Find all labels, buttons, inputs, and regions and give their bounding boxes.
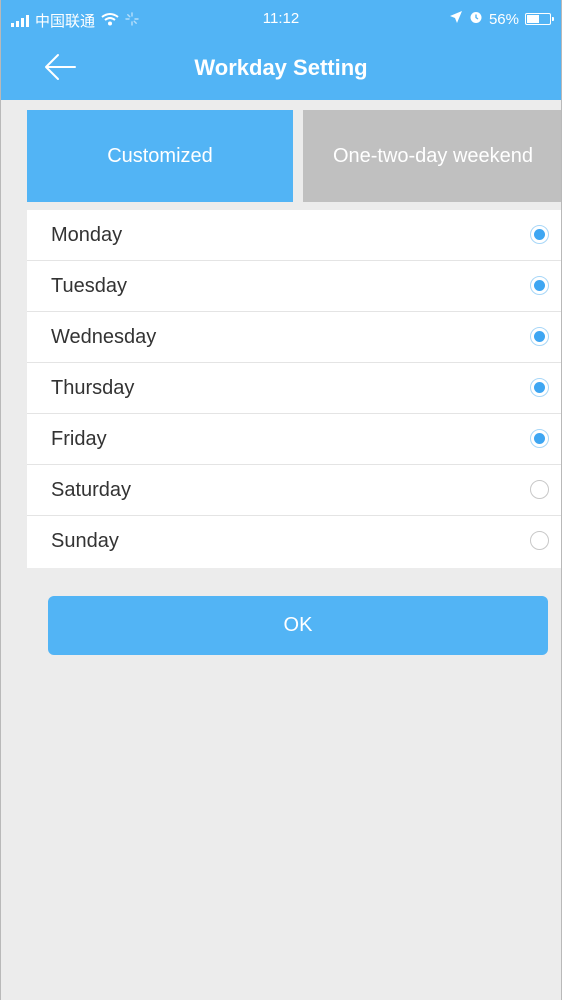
tab-customized[interactable]: Customized (27, 110, 293, 202)
day-label: Tuesday (51, 275, 127, 297)
nav-bar: Workday Setting (1, 36, 561, 100)
day-label: Thursday (51, 377, 135, 399)
tab-one-two-day-weekend[interactable]: One-two-day weekend (303, 110, 561, 202)
radio-icon[interactable] (530, 480, 549, 499)
day-row-friday[interactable]: Friday (27, 414, 561, 465)
page-title: Workday Setting (194, 55, 368, 80)
day-row-tuesday[interactable]: Tuesday (27, 261, 561, 312)
day-label: Friday (51, 428, 107, 450)
alarm-icon (469, 10, 483, 28)
day-label: Sunday (51, 530, 119, 552)
day-list: Monday Tuesday Wednesday Thursday Friday… (27, 210, 561, 568)
day-row-monday[interactable]: Monday (27, 210, 561, 261)
radio-icon[interactable] (530, 378, 549, 397)
location-icon (449, 10, 463, 28)
battery-icon (525, 13, 554, 25)
radio-icon[interactable] (530, 276, 549, 295)
day-label: Saturday (51, 479, 132, 501)
ok-button[interactable]: OK (48, 596, 548, 655)
day-row-wednesday[interactable]: Wednesday (27, 312, 561, 363)
day-row-sunday[interactable]: Sunday (27, 516, 561, 568)
status-bar: 中国联通 11:12 56% (1, 0, 561, 36)
day-label: Monday (51, 224, 123, 246)
tab-bar: Customized One-two-day weekend (27, 110, 561, 202)
radio-icon[interactable] (530, 225, 549, 244)
radio-icon[interactable] (530, 429, 549, 448)
radio-icon[interactable] (530, 327, 549, 346)
status-right: 56% (449, 10, 554, 28)
battery-percent: 56% (488, 10, 519, 28)
day-label: Wednesday (51, 326, 157, 348)
day-row-saturday[interactable]: Saturday (27, 465, 561, 516)
phone-screen: 中国联通 11:12 56% Workday Setting Customize… (0, 0, 562, 1000)
header: 中国联通 11:12 56% Workday Setting (1, 0, 561, 100)
radio-icon[interactable] (530, 531, 549, 550)
day-row-thursday[interactable]: Thursday (27, 363, 561, 414)
